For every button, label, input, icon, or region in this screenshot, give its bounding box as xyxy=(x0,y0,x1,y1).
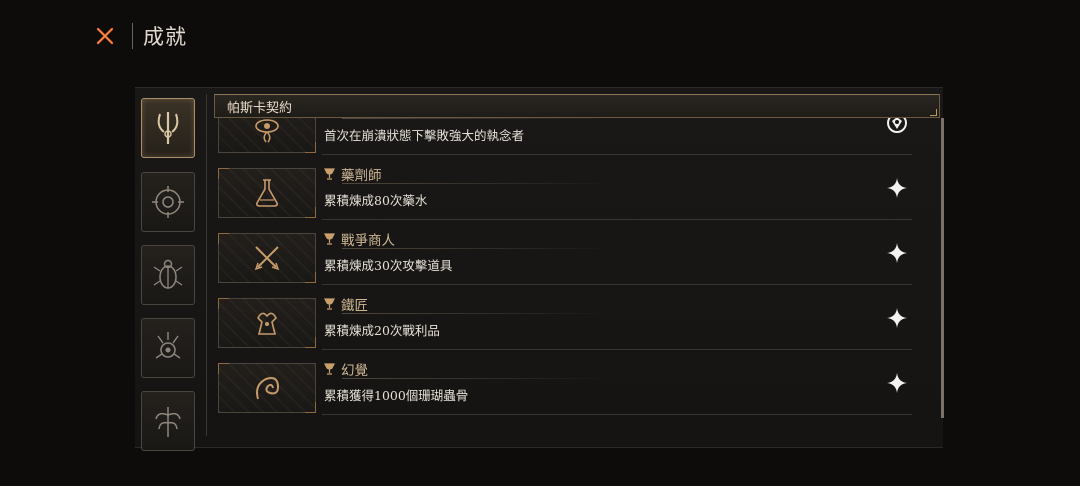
achievement-description: 累積煉成80次藥水 xyxy=(324,193,428,208)
achievement-icon-frame xyxy=(218,233,316,283)
beetle-sigil-icon xyxy=(153,259,183,289)
trophy-icon xyxy=(324,233,335,245)
crossed-swords-icon xyxy=(254,246,280,271)
compass-sigil-icon xyxy=(152,186,184,218)
header-corner-ornament xyxy=(930,109,937,116)
achievement-name: 戰爭商人 xyxy=(324,230,395,249)
achievement-name: 藥劑師 xyxy=(324,165,382,184)
achievement-status xyxy=(882,173,912,203)
list-scrollbar[interactable] xyxy=(941,118,944,418)
star-icon xyxy=(887,373,907,393)
achievement-icon-frame xyxy=(218,118,316,153)
achievement-row[interactable]: 惡夢 首次在崩潰狀態下擊敗強大的執念者 xyxy=(214,118,934,155)
row-divider xyxy=(322,414,912,415)
achievement-row[interactable]: 鐵匠 累積煉成20次戰利品 xyxy=(214,293,934,350)
trophy-icon xyxy=(324,363,335,375)
name-underline xyxy=(342,118,612,119)
achievement-row[interactable]: 戰爭商人 累積煉成30次攻擊道具 xyxy=(214,228,934,285)
name-underline xyxy=(342,313,612,314)
name-underline xyxy=(342,378,612,379)
achievement-list[interactable]: 惡夢 首次在崩潰狀態下擊敗強大的執念者 xyxy=(214,118,934,436)
achievement-icon-frame xyxy=(218,168,316,218)
name-underline xyxy=(342,183,612,184)
achievement-icon-frame xyxy=(218,363,316,413)
category-title: 帕斯卡契約 xyxy=(227,100,293,116)
tab-category-3[interactable] xyxy=(141,245,195,305)
trophy-icon xyxy=(324,168,335,180)
pascal-contract-emblem-icon xyxy=(157,112,179,144)
wave-spiral-icon xyxy=(256,377,280,400)
achievement-status xyxy=(882,368,912,398)
row-divider xyxy=(322,154,912,155)
achievement-name: 幻覺 xyxy=(324,360,368,379)
anvil-creature-icon xyxy=(257,312,277,335)
achievement-row[interactable]: 幻覺 累積獲得1000個珊瑚蟲骨 xyxy=(214,358,934,415)
tab-category-2[interactable] xyxy=(141,172,195,232)
header: 成就 xyxy=(92,18,187,54)
header-divider xyxy=(132,23,133,49)
row-divider xyxy=(322,284,912,285)
close-x-icon xyxy=(96,27,114,45)
tab-category-5[interactable] xyxy=(141,391,195,451)
achievement-row[interactable]: 藥劑師 累積煉成80次藥水 xyxy=(214,163,934,220)
achievement-status xyxy=(882,303,912,333)
achievements-panel: 帕斯卡契約 惡夢 首次在崩潰狀態下擊敗強大的執念者 xyxy=(135,87,944,451)
star-icon xyxy=(887,243,907,263)
achievement-description: 累積煉成20次戰利品 xyxy=(324,323,440,338)
tentacle-sigil-icon xyxy=(155,407,181,437)
achievement-description: 首次在崩潰狀態下擊敗強大的執念者 xyxy=(324,128,525,143)
row-divider xyxy=(322,349,912,350)
tab-category-4[interactable] xyxy=(141,318,195,378)
flask-icon xyxy=(256,179,278,207)
page-title: 成就 xyxy=(143,25,187,49)
achievement-name: 鐵匠 xyxy=(324,295,368,314)
name-underline xyxy=(342,248,612,249)
achievement-status xyxy=(882,238,912,268)
achievement-status xyxy=(882,118,912,138)
star-icon xyxy=(887,178,907,198)
achievement-description: 累積獲得1000個珊瑚蟲骨 xyxy=(324,388,469,403)
completed-badge-icon xyxy=(887,118,907,133)
category-tabs xyxy=(135,88,207,451)
achievement-description: 累積煉成30次攻擊道具 xyxy=(324,258,453,273)
star-icon xyxy=(887,308,907,328)
tab-pascal-contract[interactable] xyxy=(141,98,195,158)
eye-spike-sigil-icon xyxy=(155,332,181,359)
category-header: 帕斯卡契約 xyxy=(214,94,940,118)
eye-sigil-icon xyxy=(255,119,279,143)
sidebar-divider xyxy=(206,94,207,436)
achievement-icon-frame xyxy=(218,298,316,348)
trophy-icon xyxy=(324,298,335,310)
scrollbar-thumb[interactable] xyxy=(941,118,944,418)
row-divider xyxy=(322,219,912,220)
close-button[interactable] xyxy=(92,23,118,49)
